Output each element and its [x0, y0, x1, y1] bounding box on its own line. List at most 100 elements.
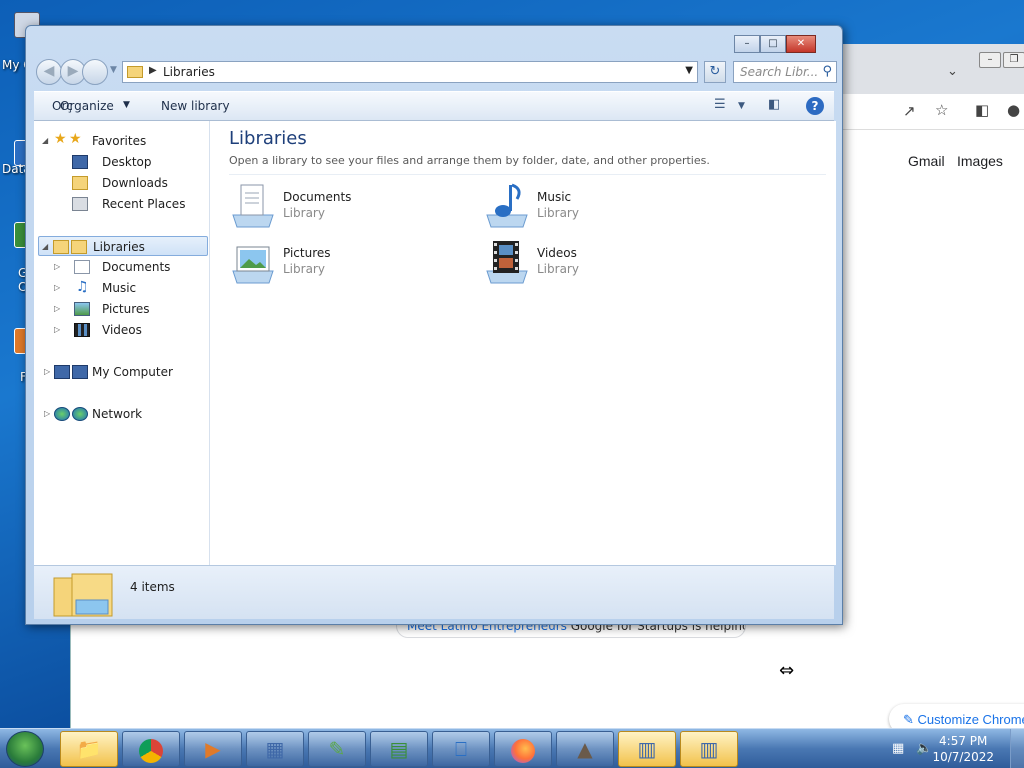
taskbar-explorer[interactable]: 📁 — [60, 731, 118, 767]
nav-libraries[interactable]: ◢ Libraries — [38, 236, 208, 256]
new-library-button[interactable]: New library — [161, 99, 230, 113]
nav-documents[interactable]: ▷ Documents — [42, 257, 202, 277]
search-icon[interactable]: ⚲ — [822, 64, 832, 79]
library-item-pictures[interactable]: Pictures Library — [229, 237, 469, 287]
nav-pictures[interactable]: ▷ Pictures — [42, 299, 202, 319]
taskbar-text-editor[interactable]: ▤ — [370, 731, 428, 767]
nav-downloads[interactable]: Downloads — [42, 173, 202, 193]
taskbar-scheduler-1[interactable]: ▥ — [618, 731, 676, 767]
nav-favorites[interactable]: ◢ ★ ★ Favorites — [42, 131, 202, 151]
show-desktop-button[interactable] — [1010, 729, 1024, 768]
refresh-button[interactable]: ↻ — [704, 61, 726, 83]
nav-label: Pictures — [102, 302, 150, 316]
firefox-icon — [511, 738, 535, 763]
taskbar-media-player[interactable]: ▶ — [184, 731, 242, 767]
system-clock[interactable]: 4:57 PM 10/7/2022 — [932, 733, 994, 765]
remote-desktop-icon: ⎕ — [455, 737, 467, 761]
folder-icon: 📁 — [76, 737, 102, 761]
collapse-arrow-icon[interactable]: ◢ — [42, 136, 48, 145]
change-view-icon[interactable]: ☰ — [714, 97, 726, 112]
nav-network[interactable]: ▷ Network — [42, 404, 202, 424]
library-item-music[interactable]: Music Library — [483, 181, 723, 231]
navigation-pane: ◢ ★ ★ Favorites Desktop Downloads Recent… — [34, 121, 210, 565]
expand-arrow-icon[interactable]: ▷ — [54, 304, 60, 313]
start-button[interactable] — [6, 731, 44, 767]
documents-library-icon — [232, 184, 274, 228]
view-dropdown-icon[interactable]: ▼ — [738, 101, 745, 111]
videos-icon — [74, 323, 90, 337]
share-icon[interactable]: ↗ — [903, 102, 916, 120]
nav-label: Videos — [102, 323, 142, 337]
library-type: Library — [537, 206, 579, 220]
search-box[interactable]: Search Libr... ⚲ — [733, 61, 837, 83]
nav-label: Recent Places — [102, 197, 186, 211]
library-name: Music — [537, 190, 572, 204]
expand-arrow-icon[interactable]: ▷ — [44, 367, 50, 376]
page-subtitle: Open a library to see your files and arr… — [229, 154, 710, 167]
taskbar-chrome[interactable] — [122, 731, 180, 767]
desktop-icon — [72, 155, 88, 169]
taskbar-notepad-plus[interactable]: ✎ — [308, 731, 366, 767]
control-panel-icon: ▦ — [265, 737, 285, 761]
taskbar-remote-desktop[interactable]: ⎕ — [432, 731, 490, 767]
taskbar-app[interactable]: ▲ — [556, 731, 614, 767]
videos-library-icon — [486, 241, 528, 284]
library-item-videos[interactable]: Videos Library — [483, 237, 723, 287]
address-dropdown-icon[interactable]: ▼ — [685, 65, 693, 76]
expand-arrow-icon[interactable]: ▷ — [54, 283, 60, 292]
nav-my-computer[interactable]: ▷ My Computer — [42, 362, 202, 382]
expand-arrow-icon[interactable]: ▷ — [54, 325, 60, 334]
side-panel-icon[interactable]: ◧ — [975, 101, 989, 119]
chrome-restore-button[interactable]: ❐ — [1003, 52, 1024, 68]
nav-music[interactable]: ▷ ♫ Music — [42, 278, 202, 298]
library-content: Libraries Open a library to see your fil… — [210, 121, 836, 565]
back-button[interactable]: ◀ — [36, 59, 62, 85]
resize-cursor-icon: ⇔ — [779, 660, 795, 681]
profile-avatar-icon[interactable]: ● — [1007, 101, 1020, 119]
expand-arrow-icon[interactable]: ▷ — [54, 262, 60, 271]
breadcrumb-arrow-icon[interactable]: ▶ — [149, 65, 157, 76]
nav-recent-places[interactable]: Recent Places — [42, 194, 202, 214]
text-editor-icon: ▤ — [389, 737, 409, 761]
recent-pages-dropdown[interactable]: ▼ — [110, 65, 117, 75]
tab-search-icon[interactable]: ⌄ — [947, 64, 958, 79]
library-item-documents[interactable]: Documents Library — [229, 181, 469, 231]
taskbar-control-panel[interactable]: ▦ — [246, 731, 304, 767]
libraries-folder-icon — [127, 66, 143, 78]
help-icon[interactable]: ? — [806, 97, 824, 115]
bookmark-star-icon[interactable]: ☆ — [935, 101, 948, 119]
taskbar-firefox[interactable] — [494, 731, 552, 767]
star-icon: ★ — [54, 131, 67, 147]
address-bar[interactable]: ▶ Libraries ▼ — [122, 61, 698, 83]
item-count: 4 items — [130, 580, 175, 594]
computer-icon — [72, 365, 88, 379]
search-input[interactable]: Search Libr... — [740, 65, 818, 79]
expand-arrow-icon[interactable]: ▷ — [44, 409, 50, 418]
nav-desktop[interactable]: Desktop — [42, 152, 202, 172]
address-path[interactable]: Libraries — [163, 65, 215, 79]
divider — [229, 174, 826, 175]
images-link[interactable]: Images — [957, 153, 1003, 169]
scheduler-icon: ▥ — [637, 737, 657, 761]
media-player-icon: ▶ — [205, 737, 221, 761]
star-icon: ★ — [69, 131, 82, 147]
volume-icon[interactable]: 🔈 — [916, 741, 932, 756]
nav-label: Libraries — [93, 240, 145, 254]
minimize-button[interactable]: – — [734, 35, 760, 53]
gmail-link[interactable]: Gmail — [908, 153, 945, 169]
pencil-icon: ✎ — [903, 712, 914, 727]
close-button[interactable]: ✕ — [786, 35, 816, 53]
nav-label: Network — [92, 407, 143, 421]
downloads-icon — [72, 176, 88, 190]
collapse-arrow-icon[interactable]: ◢ — [42, 242, 48, 251]
navigation-bar: ◀ ▶ ▼ ▶ Libraries ▼ ↻ Search Libr... ⚲ — [34, 59, 837, 85]
page-title: Libraries — [229, 128, 307, 149]
chrome-minimize-button[interactable]: – — [979, 52, 1001, 68]
up-button[interactable] — [82, 59, 108, 85]
maximize-button[interactable]: □ — [760, 35, 786, 53]
nav-videos[interactable]: ▷ Videos — [42, 320, 202, 340]
taskbar-scheduler-2[interactable]: ▥ — [680, 731, 738, 767]
network-tray-icon[interactable]: ▦ — [892, 741, 904, 756]
documents-icon — [74, 260, 90, 274]
preview-pane-icon[interactable]: ◧ — [768, 97, 780, 112]
